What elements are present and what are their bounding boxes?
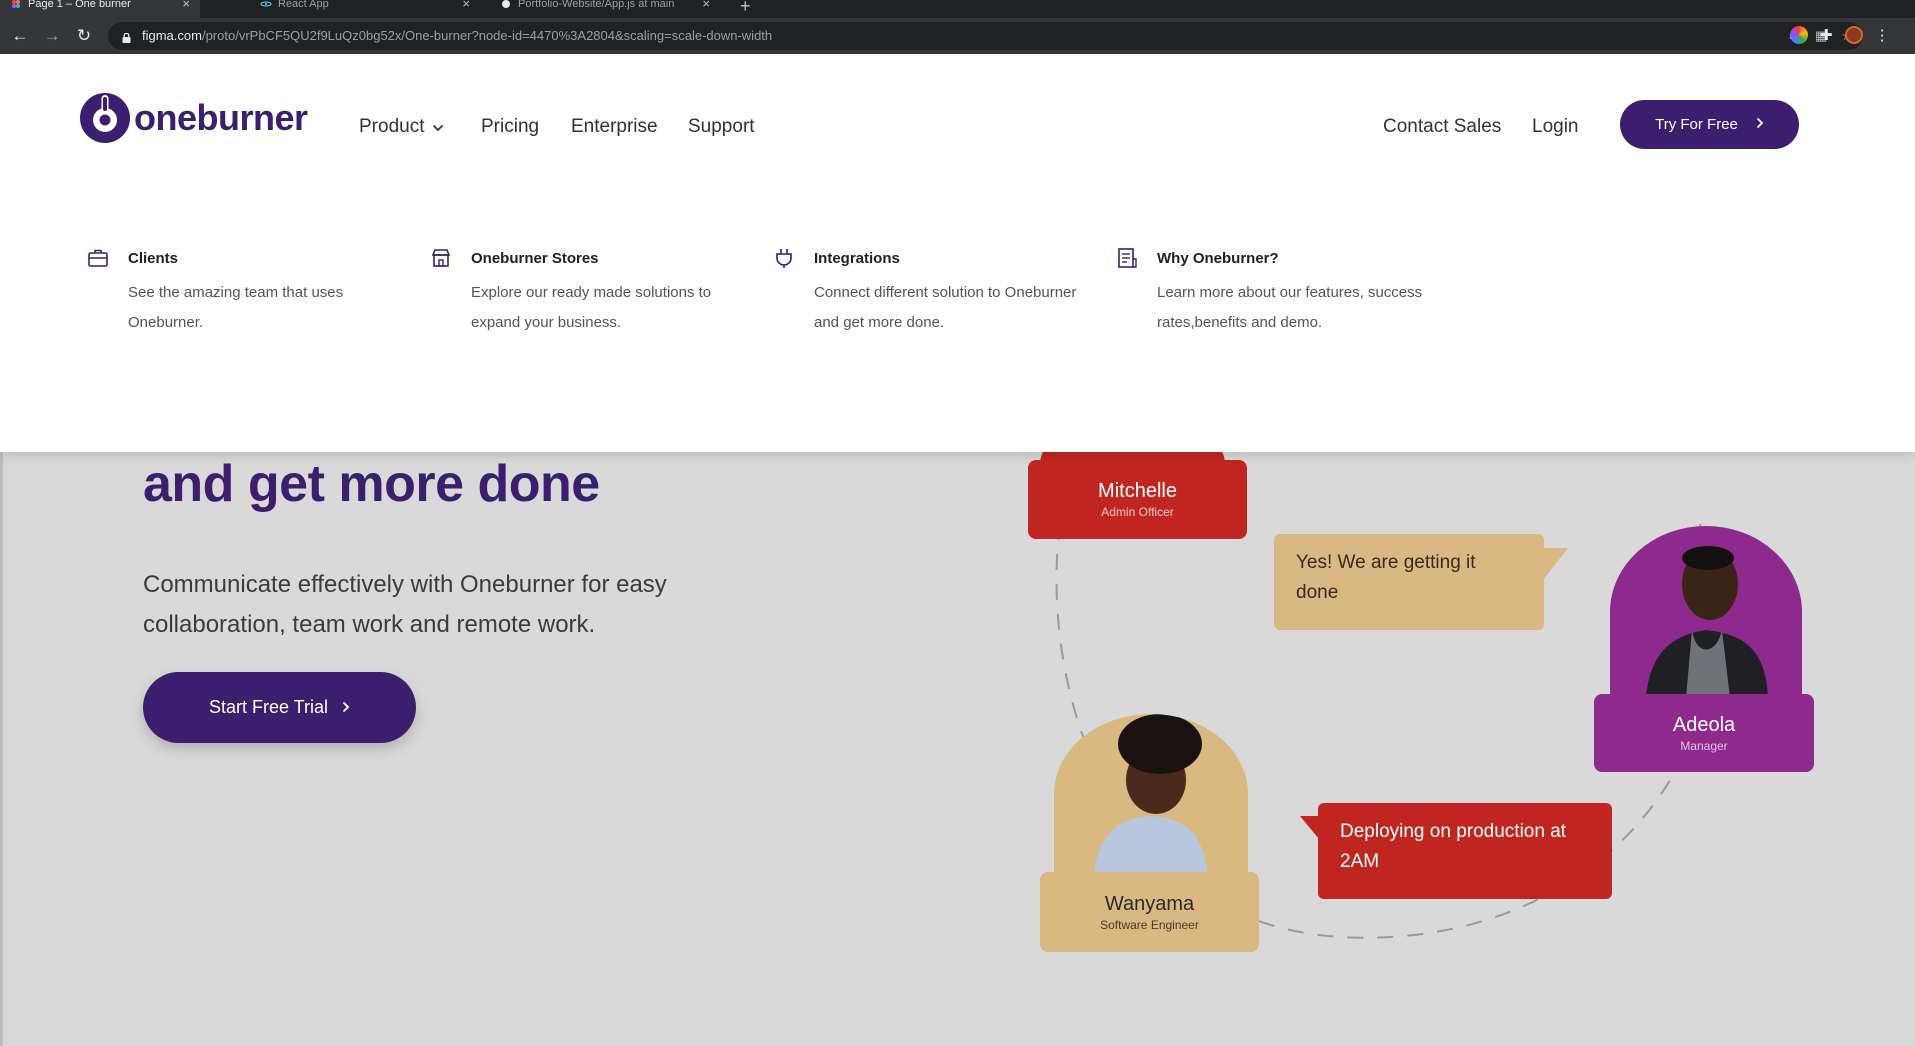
login-link[interactable]: Login	[1532, 116, 1579, 138]
browser-tab-strip: Page 1 – One burner × React App × Portfo…	[0, 0, 1915, 18]
nav-pricing[interactable]: Pricing	[481, 116, 539, 138]
browser-tab-github[interactable]: Portfolio-Website/App.js at main ×	[490, 0, 720, 18]
browser-toolbar: ← → ↻ figma.com/proto/vrPbCF5QU2f9LuQz0b…	[0, 18, 1915, 54]
lock-icon	[122, 30, 131, 43]
chevron-down-icon	[432, 116, 444, 138]
chat-bubble-getting-done: Yes! We are getting it done	[1274, 534, 1544, 630]
page-viewport: Mitchelle Admin Officer Yes! We are gett…	[0, 54, 1915, 1046]
close-tab-icon[interactable]: ×	[702, 0, 710, 10]
oneburner-logo-icon	[80, 93, 130, 143]
nav-product[interactable]: Product	[359, 116, 444, 138]
adeola-card: Adeola Manager	[1594, 694, 1814, 772]
store-icon	[431, 249, 451, 267]
nav-enterprise[interactable]: Enterprise	[571, 116, 658, 138]
product-mega-menu: oneburner Product Pricing Enterprise Sup…	[0, 54, 1915, 452]
menu-item-description: See the amazing team that uses Oneburner…	[128, 284, 344, 331]
menu-item-clients[interactable]: Clients See the amazing team that uses O…	[87, 247, 387, 338]
mitchelle-card: Mitchelle Admin Officer	[1028, 460, 1247, 539]
contact-sales-link[interactable]: Contact Sales	[1383, 116, 1501, 138]
browser-tab-figma[interactable]: Page 1 – One burner ×	[0, 0, 200, 18]
menu-item-why-oneburner[interactable]: Why Oneburner? Learn more about our feat…	[1116, 247, 1422, 338]
reload-icon[interactable]: ↻	[74, 26, 94, 46]
try-free-label: Try For Free	[1655, 116, 1738, 133]
menu-item-title: Clients	[128, 249, 179, 267]
browser-tab-title: React App	[278, 0, 329, 10]
person-name: Adeola	[1672, 713, 1736, 736]
start-free-trial-button[interactable]: Start Free Trial	[143, 672, 416, 743]
person-role: Software Engineer	[1100, 917, 1199, 932]
menu-item-description: Explore our ready made solutions to expa…	[471, 284, 712, 331]
menu-item-integrations[interactable]: Integrations Connect different solution …	[773, 247, 1076, 338]
figma-icon	[10, 0, 22, 8]
extensions-puzzle-icon[interactable]: ✚	[1820, 26, 1833, 44]
react-icon	[260, 0, 272, 8]
menu-item-description: Learn more about our features, success r…	[1157, 284, 1423, 331]
bubble-text: Deploying on production at 2AM	[1340, 821, 1567, 872]
forward-arrow-icon[interactable]: →	[42, 26, 62, 46]
menu-item-title: Oneburner Stores	[471, 249, 599, 267]
browser-tab-title: Page 1 – One burner	[28, 0, 131, 10]
color-extension-icon[interactable]	[1790, 26, 1808, 44]
browser-menu-icon[interactable]: ⋮	[1875, 26, 1890, 44]
hero-subtitle: Communicate effectively with Oneburner f…	[143, 571, 667, 638]
url-text: figma.com/proto/vrPbCF5QU2f9LuQz0bg52x/O…	[142, 28, 773, 43]
nav-support[interactable]: Support	[688, 116, 755, 138]
menu-item-title: Why Oneburner?	[1157, 249, 1279, 267]
menu-item-oneburner-stores[interactable]: Oneburner Stores Explore our ready made …	[430, 247, 730, 338]
menu-item-description: Connect different solution to Oneburner …	[814, 284, 1077, 331]
menu-item-title: Integrations	[814, 249, 900, 267]
bubble-tail	[1540, 548, 1568, 584]
close-tab-icon[interactable]: ×	[182, 0, 190, 10]
profile-avatar[interactable]	[1844, 26, 1863, 44]
wanyama-photo	[1054, 714, 1248, 874]
logo-text: oneburner	[134, 97, 308, 138]
bubble-text: Yes! We are getting it done	[1296, 552, 1476, 603]
browser-tab-title: Portfolio-Website/App.js at main	[518, 0, 675, 10]
address-bar[interactable]: figma.com/proto/vrPbCF5QU2f9LuQz0bg52x/O…	[108, 22, 1863, 50]
hero-title: and get more done	[143, 455, 600, 513]
nav-label: Product	[359, 116, 425, 137]
person-name: Mitchelle	[1098, 480, 1177, 502]
try-for-free-button[interactable]: Try For Free	[1620, 100, 1799, 149]
chat-bubble-deploying: Deploying on production at 2AM	[1318, 803, 1612, 899]
back-arrow-icon[interactable]: ←	[10, 26, 30, 46]
document-icon	[1118, 248, 1137, 268]
cta-label: Start Free Trial	[208, 697, 329, 717]
browser-tab-react[interactable]: React App ×	[250, 0, 480, 18]
briefcase-icon	[88, 249, 108, 267]
github-icon	[500, 0, 512, 8]
person-role: Manager	[1680, 738, 1728, 753]
adeola-photo	[1610, 526, 1802, 698]
oneburner-logo[interactable]: oneburner	[80, 93, 308, 143]
person-name: Wanyama	[1104, 892, 1195, 915]
new-tab-icon[interactable]: +	[740, 0, 751, 17]
chevron-right-icon	[342, 697, 350, 718]
close-tab-icon[interactable]: ×	[462, 0, 470, 10]
wanyama-card: Wanyama Software Engineer	[1040, 872, 1259, 952]
chevron-right-icon	[1756, 116, 1764, 133]
plug-icon	[776, 249, 792, 268]
person-role: Admin Officer	[1101, 505, 1174, 519]
